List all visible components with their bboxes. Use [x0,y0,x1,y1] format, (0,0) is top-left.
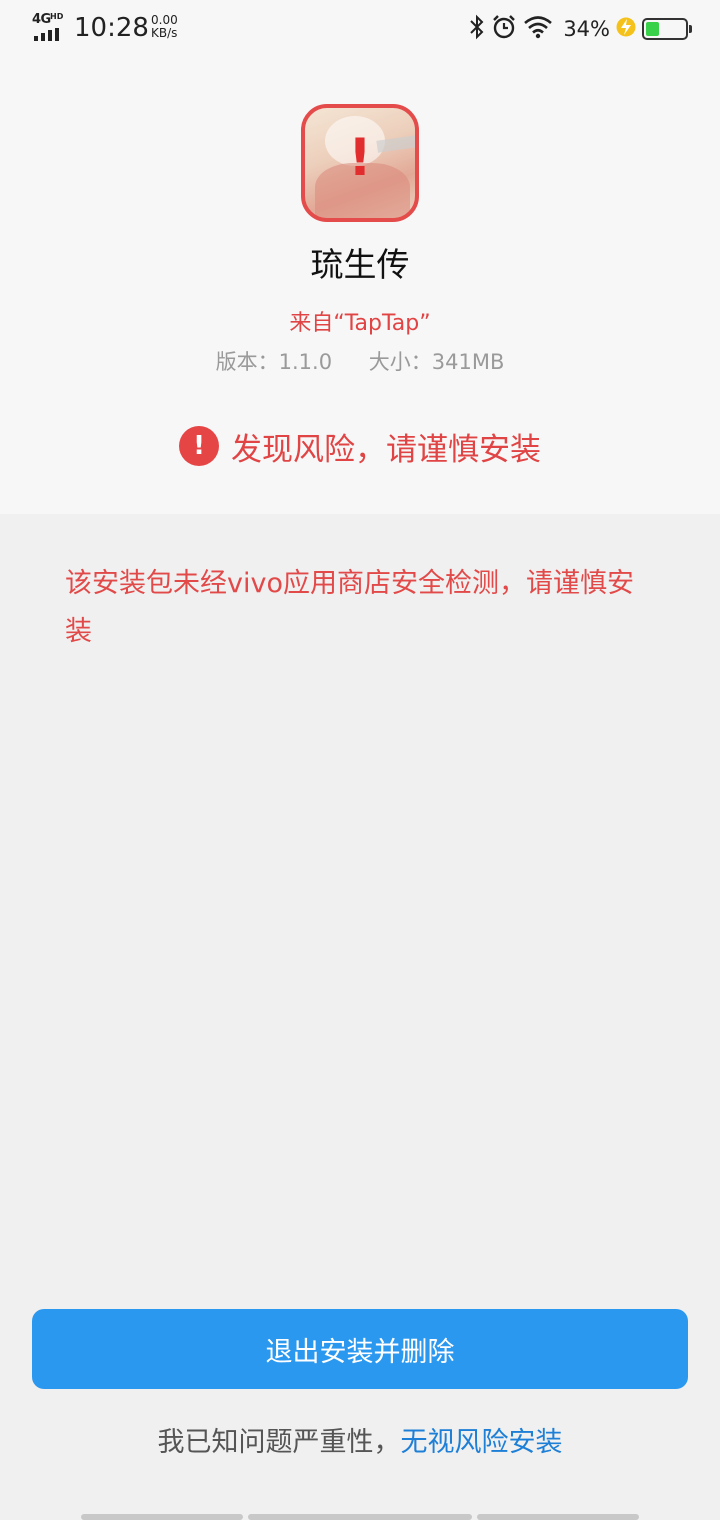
battery-icon [642,18,692,40]
risk-banner: ! 发现风险，请谨慎安装 [0,422,720,470]
alert-mark-icon: ! [348,128,372,188]
app-source: 来自“TapTap” [289,311,431,336]
bluetooth-icon [469,14,485,44]
app-icon: ! [301,104,419,222]
app-version: 版本：1.1.0 [215,350,333,374]
wifi-icon [523,15,553,43]
alarm-icon [491,14,517,44]
network-badge: HD [50,12,64,21]
status-bar: 4G HD 10:28 0.00 KB/s 34% [0,0,720,56]
app-name: 琉生传 [310,245,410,284]
ignore-risk-line: 我已知问题严重性，无视风险安装 [0,1420,720,1459]
risk-description: 该安装包未经vivo应用商店安全检测，请谨慎安装 [65,568,634,647]
exit-and-delete-button[interactable]: 退出安装并删除 [32,1309,688,1389]
net-speed-unit: KB/s [151,26,178,40]
warning-icon: ! [179,426,219,466]
net-speed: 0.00 KB/s [151,14,178,40]
app-meta: 版本：1.1.0 大小：341MB [0,346,720,376]
network-type: 4G [32,12,51,27]
cellular-signal-icon: 4G HD [32,12,66,41]
bottom-edge [0,1514,720,1520]
status-time: 10:28 [74,13,149,43]
risk-title: 发现风险，请谨慎安装 [231,431,541,468]
battery-percent: 34% [563,17,610,41]
charging-icon [616,16,636,42]
app-size: 大小：341MB [368,350,505,374]
ignore-risk-prefix: 我已知问题严重性， [157,1427,401,1458]
ignore-risk-install-link[interactable]: 无视风险安装 [401,1427,563,1458]
